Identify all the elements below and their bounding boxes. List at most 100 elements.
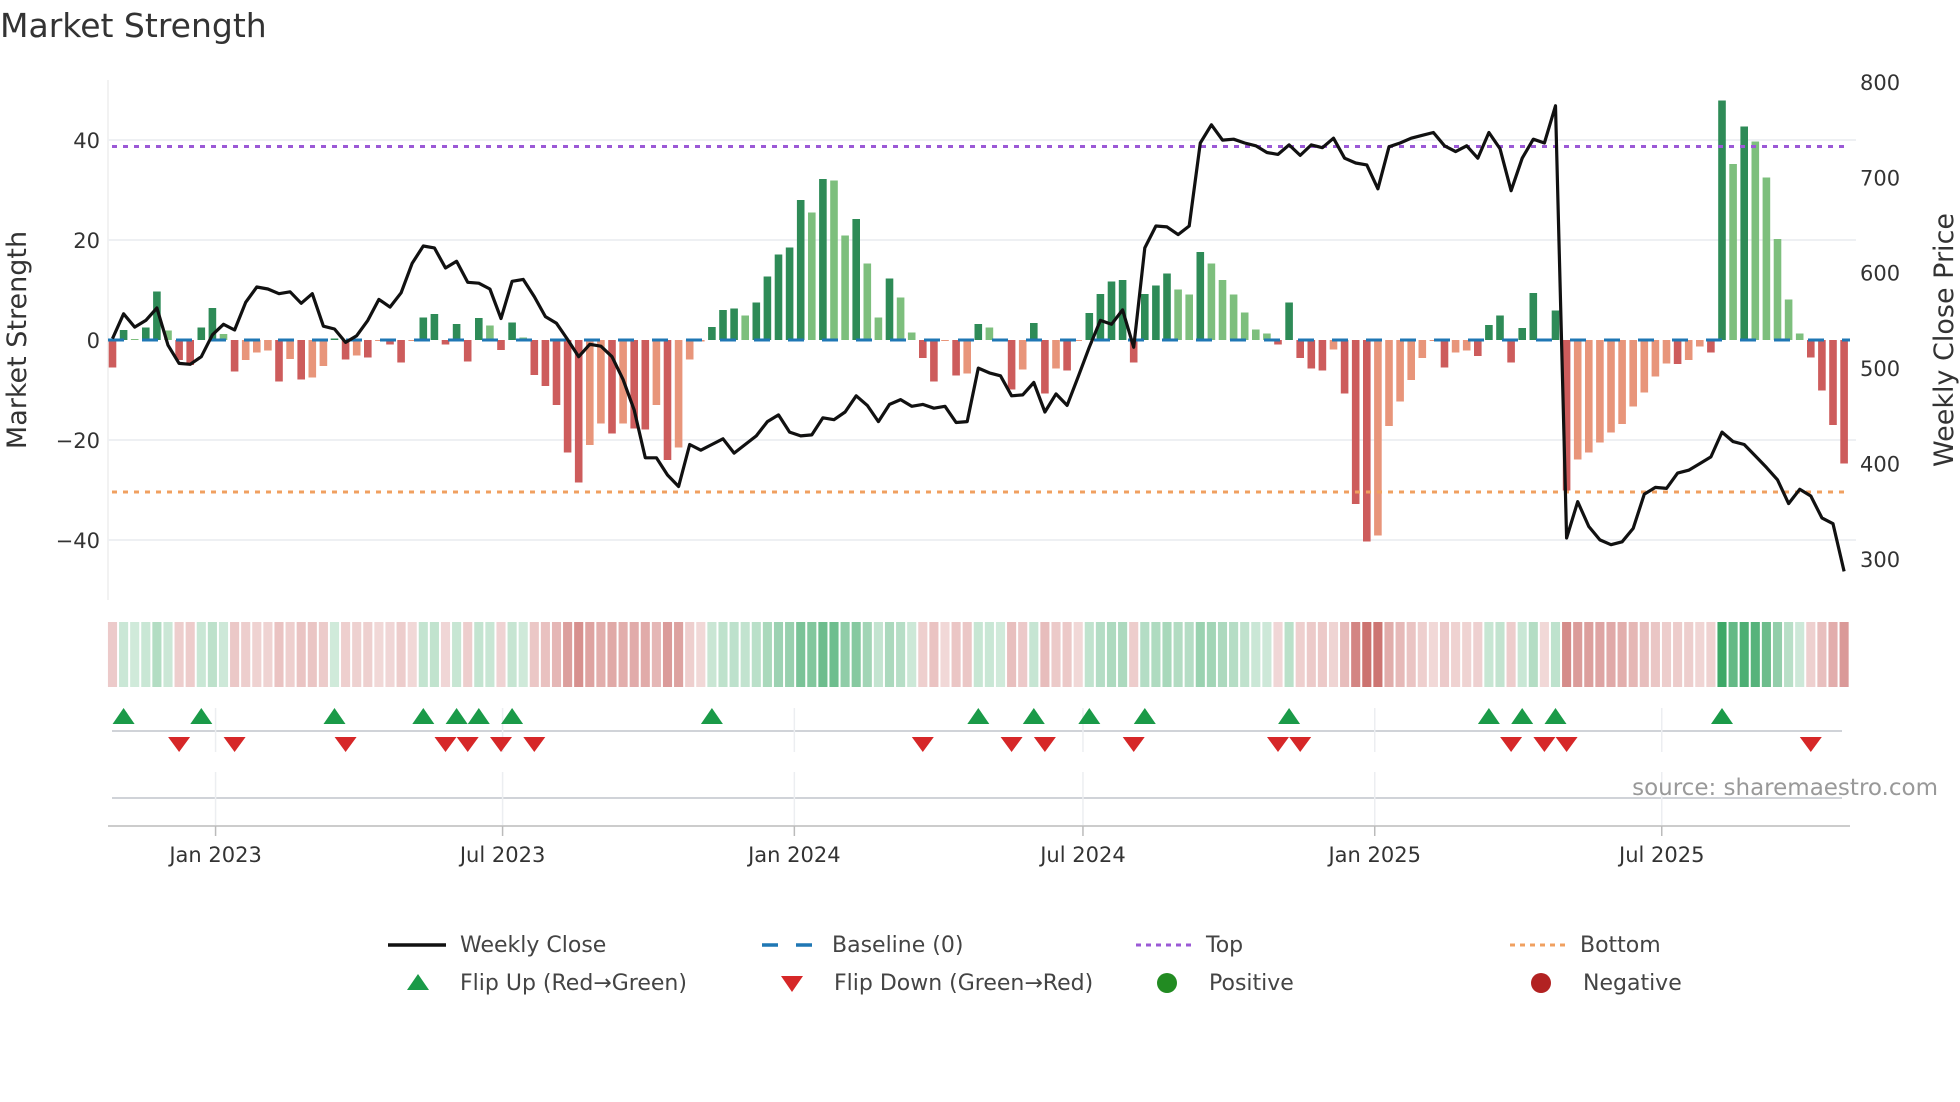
negative-bar <box>1462 340 1471 351</box>
flip-down-marker <box>1289 737 1312 752</box>
positive-bar <box>741 315 749 340</box>
heat-cell <box>329 622 340 687</box>
legend-positive[interactable]: Positive <box>1151 965 1294 1001</box>
negative-bar <box>364 340 372 358</box>
positive-bar <box>1285 302 1293 340</box>
flip-down-marker <box>1799 737 1822 752</box>
heat-cell <box>252 622 262 687</box>
positive-bar <box>1185 294 1193 340</box>
y2-tick-label: 400 <box>1860 453 1900 477</box>
flip-down-marker <box>434 737 457 752</box>
heat-cell <box>1217 622 1228 687</box>
flip-down-marker <box>456 737 479 752</box>
flip-down-marker <box>223 737 246 752</box>
heat-cell <box>1606 622 1616 687</box>
heat-cell <box>1684 622 1694 687</box>
positive-bar <box>1751 141 1760 340</box>
positive-bar <box>1207 263 1216 340</box>
solid-line-icon <box>388 943 446 947</box>
positive-bar <box>1773 239 1782 340</box>
heat-cell <box>474 622 484 687</box>
negative-bar <box>1007 340 1016 390</box>
negative-bar <box>597 340 605 424</box>
heat-cell <box>1173 622 1183 687</box>
heat-cell <box>418 622 428 687</box>
heat-cell <box>1695 622 1705 687</box>
positive-bar <box>774 254 783 340</box>
flip-up-marker <box>1511 708 1534 724</box>
legend-top[interactable]: Top <box>1136 927 1243 963</box>
heat-cell <box>785 622 795 687</box>
negative-bar <box>1651 340 1660 377</box>
positive-bar <box>1174 289 1182 340</box>
heat-cell <box>1140 622 1150 687</box>
flip-down-marker <box>1533 737 1556 752</box>
x-tick-label: Jan 2024 <box>746 843 841 867</box>
dotted-line-icon <box>1136 943 1192 947</box>
negative-bar <box>1474 340 1482 356</box>
heat-cell <box>1106 622 1117 687</box>
positive-bar <box>985 327 994 340</box>
heat-cell <box>1206 622 1216 687</box>
negative-bar <box>541 340 550 386</box>
heat-cell <box>1806 622 1816 687</box>
negative-bar <box>1707 340 1715 353</box>
legend-negative[interactable]: Negative <box>1525 965 1682 1001</box>
negative-bar <box>1041 340 1049 394</box>
negative-bar <box>952 340 960 376</box>
positive-bar <box>730 308 738 340</box>
positive-bar <box>1795 333 1804 340</box>
heat-cell <box>1495 622 1505 687</box>
heat-cell <box>984 622 994 687</box>
negative-bar <box>1418 340 1427 358</box>
heat-cell <box>207 622 217 687</box>
y-tick-label: 20 <box>73 229 100 253</box>
negative-bar <box>1629 340 1637 407</box>
negative-bar <box>1684 340 1693 360</box>
flip-down-marker <box>1000 737 1023 752</box>
legend-flip-down[interactable]: Flip Down (Green→Red) <box>776 965 1093 1001</box>
legend-bottom[interactable]: Bottom <box>1510 927 1661 963</box>
negative-bar <box>1818 340 1826 391</box>
negative-bar <box>1840 340 1848 464</box>
legend-label: Negative <box>1583 970 1682 996</box>
flip-up-marker <box>700 708 723 724</box>
flip-up-marker <box>1477 708 1500 724</box>
legend-flip-up[interactable]: Flip Up (Red→Green) <box>402 965 687 1001</box>
negative-bar <box>1618 340 1626 424</box>
heat-cell <box>729 622 739 687</box>
negative-bar <box>463 340 472 362</box>
heat-cell <box>1428 622 1438 687</box>
positive-bar <box>1718 100 1726 340</box>
positive-bar <box>819 179 827 340</box>
flip-down-marker <box>1122 737 1145 752</box>
heat-cell <box>940 622 950 687</box>
legend-baseline[interactable]: Baseline (0) <box>762 927 963 963</box>
heat-cell <box>618 622 628 687</box>
flip-up-marker <box>1078 708 1101 724</box>
negative-bar <box>574 340 583 483</box>
heat-cell <box>962 622 972 687</box>
positive-bar <box>1518 328 1526 340</box>
negative-bar <box>1296 340 1304 358</box>
heat-cell <box>1229 622 1239 687</box>
negative-bar <box>963 340 971 374</box>
negative-bar <box>1407 340 1415 380</box>
heat-cell <box>518 622 528 687</box>
heat-cell <box>1462 622 1472 687</box>
positive-bar <box>863 263 872 340</box>
flip-up-marker <box>1544 708 1567 724</box>
positive-bar <box>752 302 761 340</box>
heat-cell <box>1451 622 1461 687</box>
negative-bar <box>685 340 694 360</box>
heat-cell <box>1306 622 1316 687</box>
x-tick-label: Jan 2025 <box>1326 843 1421 867</box>
heat-cell <box>851 622 861 687</box>
heat-cell <box>585 622 595 687</box>
heat-cell <box>1784 622 1794 687</box>
negative-bar <box>563 340 572 453</box>
source-credit: source: sharemaestro.com <box>1632 775 1938 801</box>
legend-weekly-close[interactable]: Weekly Close <box>388 927 606 963</box>
flip-up-marker <box>501 708 524 724</box>
heat-cell <box>1650 622 1660 687</box>
